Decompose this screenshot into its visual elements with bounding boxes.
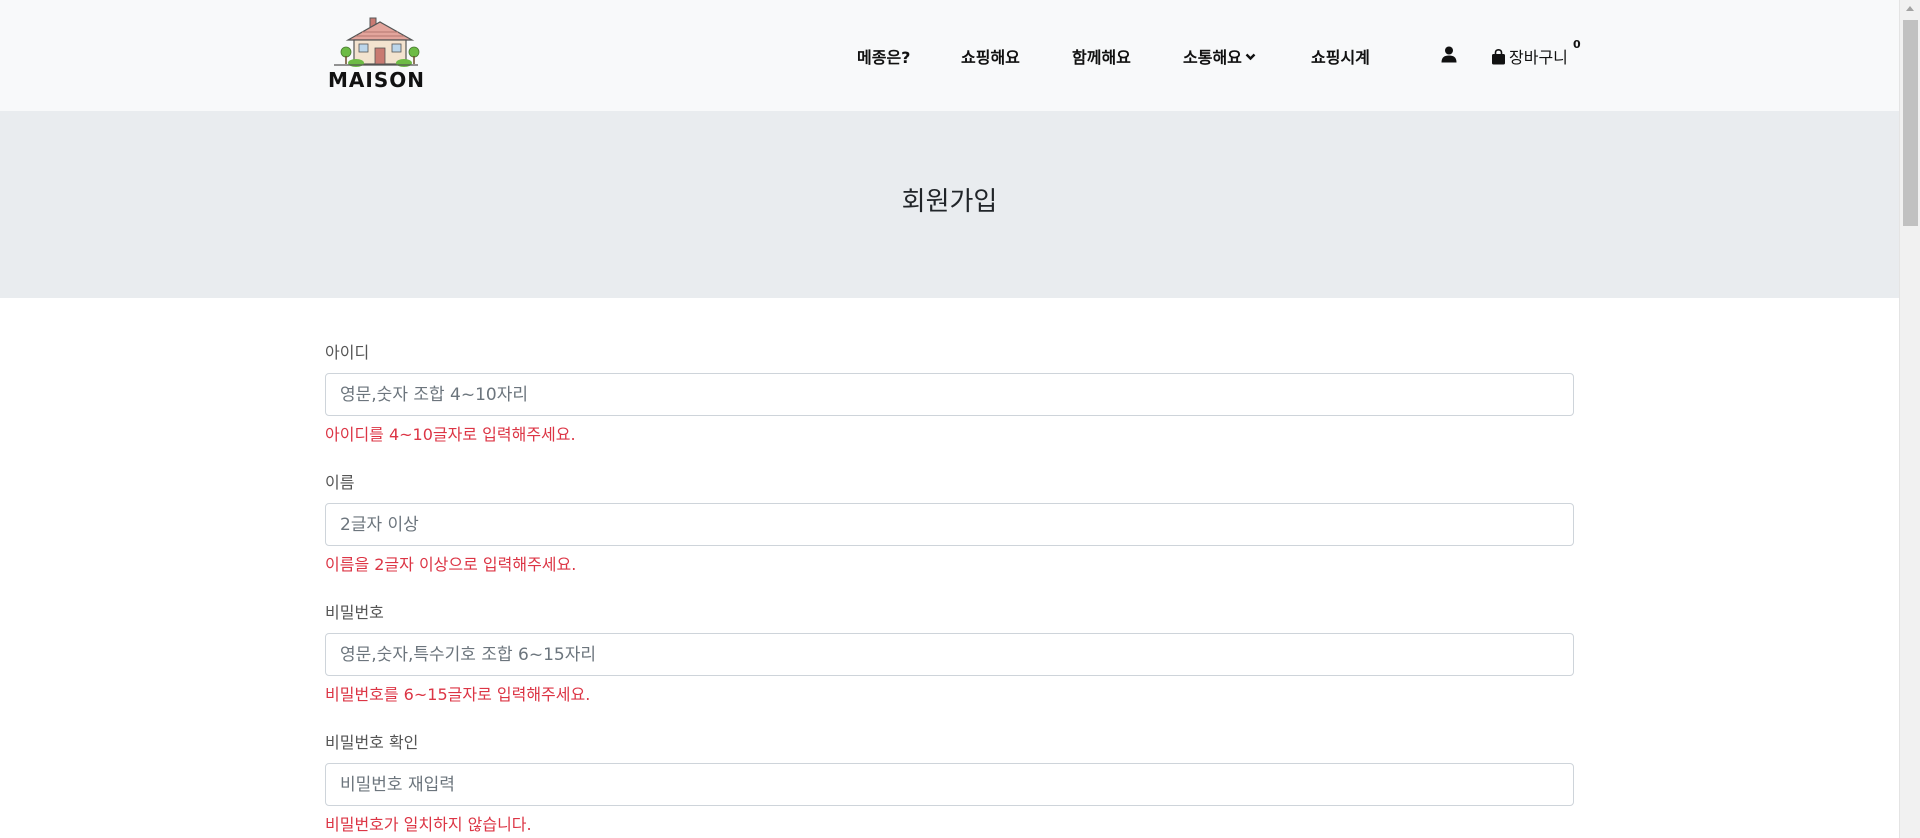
signup-form: 아이디 아이디를 4~10글자로 입력해주세요. 이름 이름을 2글자 이상으로… bbox=[325, 335, 1574, 838]
page-title: 회원가입 bbox=[901, 187, 998, 217]
name-input[interactable] bbox=[325, 503, 1574, 546]
field-name: 이름 이름을 2글자 이상으로 입력해주세요. bbox=[325, 465, 1574, 595]
scroll-up-arrow-icon[interactable] bbox=[1906, 6, 1914, 11]
nav-item-community[interactable]: 소통해요 bbox=[1183, 44, 1256, 68]
nav-item-shopping-watch[interactable]: 쇼핑시계 bbox=[1311, 44, 1370, 68]
nav-item-about[interactable]: 메종은? bbox=[857, 44, 910, 68]
password-confirm-label: 비밀번호 확인 bbox=[325, 733, 419, 752]
cart-button[interactable]: 장바구니 bbox=[1491, 44, 1568, 68]
cart-label: 장바구니 bbox=[1509, 48, 1568, 67]
page: MAISON 메종은? 쇼핑해요 함께해요 소통해요 쇼핑시계 장바구니 0 회… bbox=[0, 0, 1899, 838]
userid-error: 아이디를 4~10글자로 입력해주세요. bbox=[325, 425, 576, 444]
page-banner: 회원가입 bbox=[0, 111, 1899, 298]
password-error: 비밀번호를 6~15글자로 입력해주세요. bbox=[325, 685, 591, 704]
site-header: MAISON 메종은? 쇼핑해요 함께해요 소통해요 쇼핑시계 장바구니 0 bbox=[0, 0, 1899, 111]
name-label: 이름 bbox=[325, 473, 355, 492]
nav-item-community-label: 소통해요 bbox=[1183, 48, 1242, 67]
userid-label: 아이디 bbox=[325, 343, 370, 362]
password-confirm-input[interactable] bbox=[325, 763, 1574, 806]
brand-name: MAISON bbox=[328, 68, 425, 92]
shopping-bag-icon bbox=[1492, 48, 1505, 65]
house-logo-icon bbox=[334, 17, 420, 67]
field-password: 비밀번호 비밀번호를 6~15글자로 입력해주세요. bbox=[325, 595, 1574, 725]
chevron-down-icon bbox=[1245, 53, 1256, 61]
nav-item-together[interactable]: 함께해요 bbox=[1072, 44, 1131, 68]
brand-logo[interactable]: MAISON bbox=[328, 16, 424, 96]
field-userid: 아이디 아이디를 4~10글자로 입력해주세요. bbox=[325, 335, 1574, 465]
password-input[interactable] bbox=[325, 633, 1574, 676]
scrollbar-thumb[interactable] bbox=[1903, 20, 1918, 226]
cart-count-badge: 0 bbox=[1573, 38, 1581, 51]
user-icon bbox=[1441, 46, 1457, 63]
password-confirm-error: 비밀번호가 일치하지 않습니다. bbox=[325, 815, 532, 834]
userid-input[interactable] bbox=[325, 373, 1574, 416]
password-label: 비밀번호 bbox=[325, 603, 384, 622]
user-account-button[interactable] bbox=[1441, 46, 1457, 67]
vertical-scrollbar[interactable] bbox=[1899, 0, 1920, 838]
nav-item-shopping[interactable]: 쇼핑해요 bbox=[961, 44, 1020, 68]
name-error: 이름을 2글자 이상으로 입력해주세요. bbox=[325, 555, 577, 574]
field-password-confirm: 비밀번호 확인 비밀번호가 일치하지 않습니다. bbox=[325, 725, 1574, 838]
